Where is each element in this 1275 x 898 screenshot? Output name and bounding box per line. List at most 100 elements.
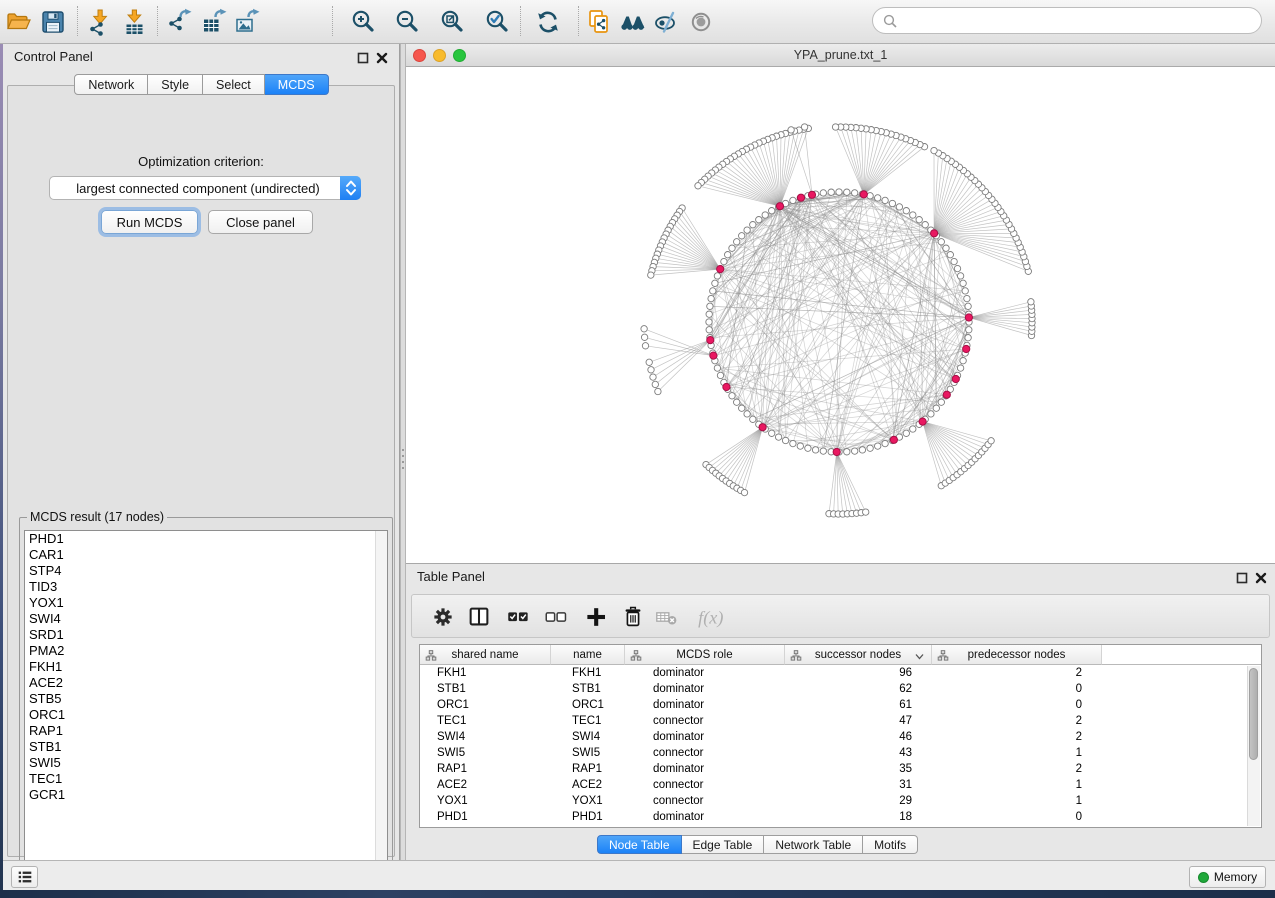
table-cell[interactable]: 1 (932, 793, 1102, 809)
table-cell[interactable]: PHD1 (551, 809, 625, 825)
memory-button[interactable]: Memory (1189, 866, 1266, 888)
network-canvas[interactable] (406, 67, 1275, 563)
hide-details-button[interactable] (649, 5, 683, 39)
tab-style[interactable]: Style (148, 74, 203, 95)
column-header-shared-name[interactable]: shared name (420, 645, 551, 665)
mcds-result-item[interactable]: YOX1 (25, 595, 387, 611)
table-row[interactable]: YOX1YOX1connector291 (420, 793, 1248, 809)
table-cell[interactable]: ACE2 (420, 777, 551, 793)
column-header-name[interactable]: name (551, 645, 625, 665)
search-network-button[interactable] (616, 5, 650, 39)
table-scrollbar[interactable] (1247, 666, 1260, 826)
zoom-selected-button[interactable] (480, 5, 514, 39)
table-cell[interactable]: SWI4 (551, 729, 625, 745)
delete-row-button[interactable] (618, 602, 648, 632)
table-row[interactable]: STB1STB1dominator620 (420, 681, 1248, 697)
mcds-result-item[interactable]: PHD1 (25, 531, 387, 547)
scrollbar-thumb[interactable] (1249, 668, 1258, 760)
table-row[interactable]: ORC1ORC1dominator610 (420, 697, 1248, 713)
table-cell[interactable]: STB1 (420, 681, 551, 697)
select-all-button[interactable] (503, 602, 533, 632)
mcds-result-item[interactable]: TID3 (25, 579, 387, 595)
network-graph[interactable] (406, 67, 1275, 563)
open-file-button[interactable] (2, 5, 36, 39)
table-row[interactable]: TEC1TEC1connector472 (420, 713, 1248, 729)
table-cell[interactable]: connector (625, 793, 785, 809)
table-cell[interactable]: YOX1 (551, 793, 625, 809)
refresh-button[interactable] (531, 5, 565, 39)
table-cell[interactable]: TEC1 (551, 713, 625, 729)
tab-network-table[interactable]: Network Table (764, 835, 863, 854)
tab-select[interactable]: Select (203, 74, 265, 95)
tab-network[interactable]: Network (74, 74, 148, 95)
table-cell[interactable]: YOX1 (420, 793, 551, 809)
zoom-out-button[interactable] (390, 5, 424, 39)
table-cell[interactable]: 47 (785, 713, 932, 729)
mcds-result-item[interactable]: ORC1 (25, 707, 387, 723)
run-mcds-button[interactable]: Run MCDS (101, 210, 198, 234)
mcds-result-item[interactable]: FKH1 (25, 659, 387, 675)
table-cell[interactable]: FKH1 (420, 665, 551, 681)
mcds-result-item[interactable]: ACE2 (25, 675, 387, 691)
table-cell[interactable]: connector (625, 777, 785, 793)
close-table-panel-button[interactable] (1253, 570, 1269, 586)
zoom-in-button[interactable] (346, 5, 380, 39)
table-cell[interactable]: dominator (625, 761, 785, 777)
table-cell[interactable]: 62 (785, 681, 932, 697)
mcds-result-item[interactable]: STP4 (25, 563, 387, 579)
deselect-all-button[interactable] (541, 602, 571, 632)
table-cell[interactable]: RAP1 (551, 761, 625, 777)
table-settings-button[interactable] (428, 602, 458, 632)
add-row-button[interactable] (581, 602, 611, 632)
table-cell[interactable]: PHD1 (420, 809, 551, 825)
mcds-result-item[interactable]: CAR1 (25, 547, 387, 563)
float-panel-button[interactable] (355, 50, 371, 66)
table-cell[interactable]: connector (625, 745, 785, 761)
column-visibility-button[interactable] (464, 602, 494, 632)
save-button[interactable] (36, 5, 70, 39)
table-cell[interactable]: connector (625, 713, 785, 729)
table-cell[interactable]: 43 (785, 745, 932, 761)
mcds-result-item[interactable]: TEC1 (25, 771, 387, 787)
import-network-button[interactable] (83, 5, 117, 39)
result-list-scrollbar[interactable] (375, 531, 387, 881)
toggle-panels-button[interactable] (11, 866, 38, 888)
tab-edge-table[interactable]: Edge Table (682, 835, 765, 854)
table-cell[interactable]: dominator (625, 809, 785, 825)
table-cell[interactable]: SWI5 (420, 745, 551, 761)
table-cell[interactable]: RAP1 (420, 761, 551, 777)
import-table-button[interactable] (118, 5, 152, 39)
table-row[interactable]: PHD1PHD1dominator180 (420, 809, 1248, 825)
export-table-button[interactable] (198, 5, 232, 39)
tab-motifs[interactable]: Motifs (863, 835, 918, 854)
show-graphics-button[interactable] (684, 5, 718, 39)
table-cell[interactable]: dominator (625, 697, 785, 713)
network-window-titlebar[interactable]: YPA_prune.txt_1 (406, 44, 1275, 67)
column-header-predecessor-nodes[interactable]: predecessor nodes (932, 645, 1102, 665)
table-cell[interactable]: SWI5 (551, 745, 625, 761)
search-input[interactable] (899, 11, 1261, 31)
table-cell[interactable]: 18 (785, 809, 932, 825)
table-cell[interactable]: 2 (932, 729, 1102, 745)
mcds-result-item[interactable]: SWI4 (25, 611, 387, 627)
table-row[interactable]: FKH1FKH1dominator962 (420, 665, 1248, 681)
mcds-result-item[interactable]: SWI5 (25, 755, 387, 771)
table-cell[interactable]: 35 (785, 761, 932, 777)
table-cell[interactable]: 1 (932, 745, 1102, 761)
optimization-criterion-select[interactable]: largest connected component (undirected) (49, 176, 361, 200)
mcds-result-list[interactable]: PHD1CAR1STP4TID3YOX1SWI4SRD1PMA2FKH1ACE2… (24, 530, 388, 882)
table-cell[interactable]: dominator (625, 681, 785, 697)
table-cell[interactable]: FKH1 (551, 665, 625, 681)
tab-node-table[interactable]: Node Table (597, 835, 682, 854)
float-table-panel-button[interactable] (1234, 570, 1250, 586)
table-row[interactable]: SWI4SWI4dominator462 (420, 729, 1248, 745)
table-cell[interactable]: dominator (625, 665, 785, 681)
table-row[interactable]: RAP1RAP1dominator352 (420, 761, 1248, 777)
table-row[interactable]: ACE2ACE2connector311 (420, 777, 1248, 793)
mcds-result-item[interactable]: STB1 (25, 739, 387, 755)
column-header-successor-nodes[interactable]: successor nodes (785, 645, 932, 665)
search-field[interactable] (872, 7, 1262, 34)
table-cell[interactable]: dominator (625, 729, 785, 745)
column-header-mcds-role[interactable]: MCDS role (625, 645, 785, 665)
table-cell[interactable]: 0 (932, 809, 1102, 825)
